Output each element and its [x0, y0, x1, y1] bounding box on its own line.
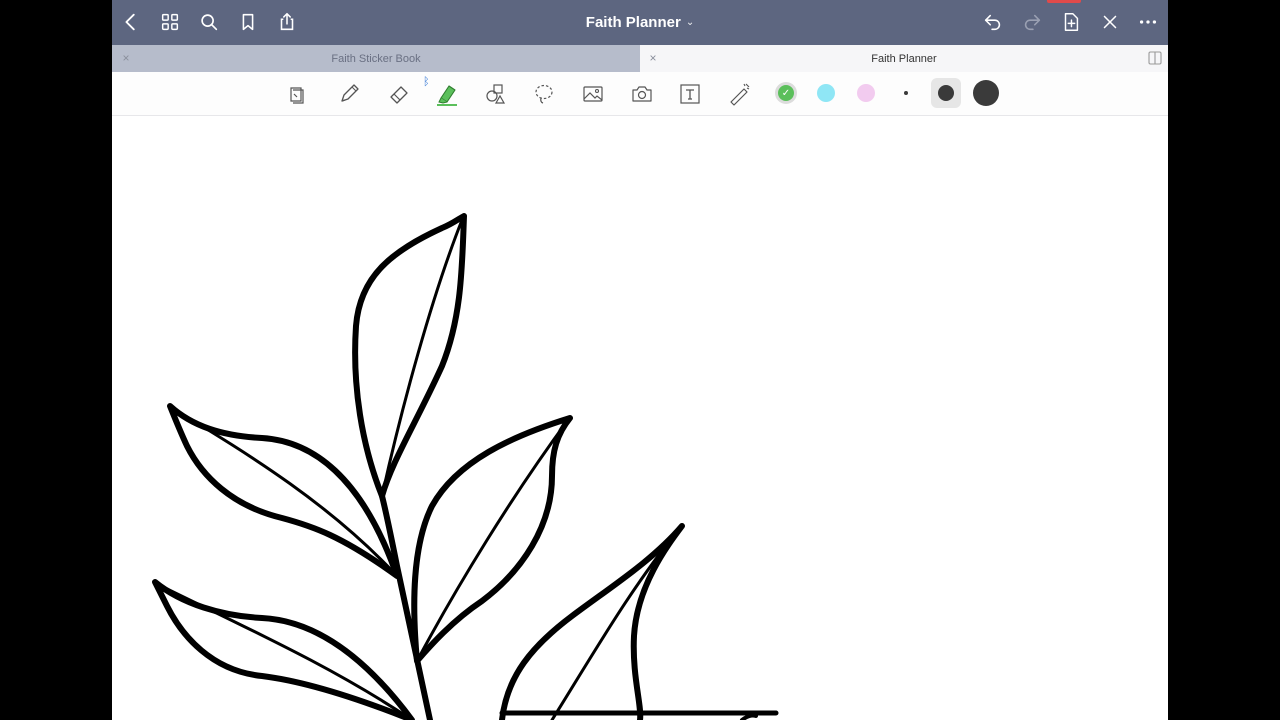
redo-icon [1024, 14, 1041, 31]
color-swatch-cyan[interactable] [811, 78, 841, 108]
stroke-size-small[interactable] [891, 78, 921, 108]
eraser-tool[interactable] [385, 80, 413, 108]
text-tool[interactable] [676, 80, 704, 108]
back-icon [125, 13, 135, 31]
chevron-down-icon: ⌄ [685, 17, 695, 28]
read-mode-tool[interactable] [283, 80, 311, 108]
eraser-icon [390, 86, 408, 104]
swatch-dot [817, 84, 835, 102]
thumbnails-button[interactable] [155, 7, 185, 37]
more-button[interactable] [1133, 7, 1163, 37]
text-icon [680, 84, 700, 104]
read-mode-icon [290, 87, 304, 104]
stroke-dot [973, 80, 999, 106]
document-title: Faith Planner [585, 14, 681, 31]
pen-icon [341, 84, 359, 102]
recording-indicator [1047, 0, 1081, 3]
back-button[interactable] [116, 7, 146, 37]
more-icon [1139, 20, 1157, 24]
pen-tool[interactable] [335, 80, 363, 108]
laser-pointer-icon [730, 83, 750, 106]
add-page-icon [1064, 13, 1079, 31]
shapes-tool[interactable] [482, 80, 510, 108]
camera-tool[interactable] [628, 80, 656, 108]
stroke-dot [904, 91, 908, 95]
highlighter-tool[interactable] [433, 80, 461, 108]
undo-button[interactable] [978, 7, 1008, 37]
undo-icon [984, 14, 1001, 31]
split-view-icon[interactable] [1148, 51, 1162, 65]
bookmark-icon [242, 13, 254, 31]
document-tab-bar: × Faith Sticker Book × Faith Planner [112, 45, 1168, 72]
search-icon [201, 14, 218, 31]
top-navigation-bar: Faith Planner ⌄ [112, 0, 1168, 45]
tab-close-icon[interactable]: × [119, 51, 133, 65]
laser-pointer-tool[interactable] [725, 80, 753, 108]
drawing-toolbar: ᛒ ✓ [112, 72, 1168, 116]
shapes-icon [486, 84, 506, 104]
redo-button[interactable] [1017, 7, 1047, 37]
image-icon [583, 86, 603, 102]
camera-icon [632, 86, 652, 102]
color-swatch-green[interactable]: ✓ [771, 78, 801, 108]
highlighter-icon [437, 85, 457, 106]
swatch-dot [857, 84, 875, 102]
color-swatch-pink[interactable] [851, 78, 881, 108]
search-button[interactable] [194, 7, 224, 37]
tab-label: Faith Sticker Book [331, 52, 421, 65]
leaf-branch-drawing [152, 213, 779, 720]
goodnotes-app: Faith Planner ⌄ × Faith Sticker Book × F… [112, 0, 1168, 720]
share-icon [280, 12, 294, 31]
stroke-dot [938, 85, 954, 101]
close-icon [1103, 15, 1117, 29]
add-page-button[interactable] [1056, 7, 1086, 37]
share-button[interactable] [272, 7, 302, 37]
selected-check-icon: ✓ [778, 85, 794, 101]
stroke-size-large[interactable] [971, 78, 1001, 108]
lasso-tool[interactable] [530, 80, 558, 108]
tab-faith-sticker-book[interactable]: × Faith Sticker Book [112, 45, 640, 72]
notebook-page-canvas[interactable] [112, 116, 1168, 720]
close-editing-button[interactable] [1095, 7, 1125, 37]
grid-icon [161, 13, 179, 31]
document-title-button[interactable]: Faith Planner ⌄ [586, 14, 694, 31]
image-tool[interactable] [579, 80, 607, 108]
bookmark-button[interactable] [233, 7, 263, 37]
bluetooth-icon: ᛒ [423, 76, 430, 88]
lasso-icon [535, 84, 553, 104]
document-title-container: Faith Planner ⌄ [112, 0, 1168, 45]
tab-faith-planner[interactable]: × Faith Planner [640, 45, 1168, 72]
stroke-size-medium[interactable] [931, 78, 961, 108]
tab-close-icon[interactable]: × [646, 51, 660, 65]
tab-label: Faith Planner [871, 52, 937, 65]
